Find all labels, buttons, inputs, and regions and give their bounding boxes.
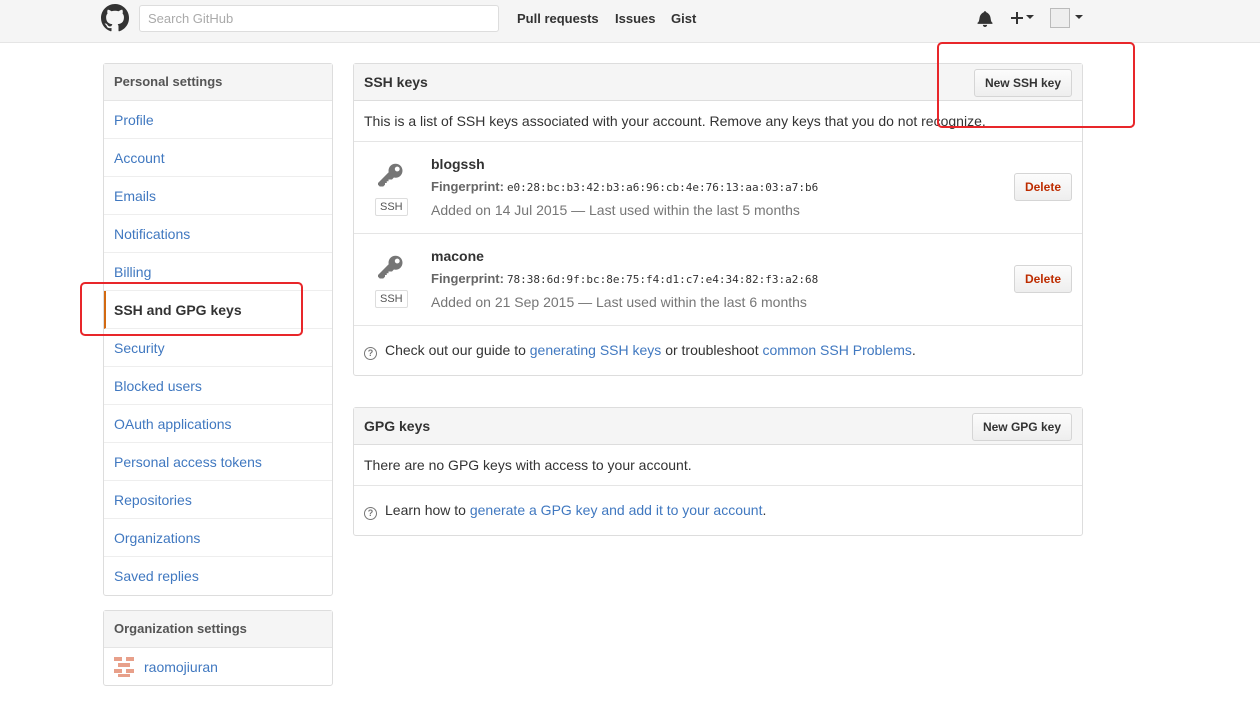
gpg-help-prefix: Learn how to: [385, 502, 466, 518]
gpg-keys-title: GPG keys: [364, 418, 431, 434]
organization-settings-heading: Organization settings: [104, 611, 332, 648]
org-avatar: [114, 656, 134, 677]
sidebar-item-profile[interactable]: Profile: [104, 101, 332, 139]
sidebar-item-emails[interactable]: Emails: [104, 177, 332, 215]
key-title: macone: [431, 248, 484, 264]
site-header: Pull requests Issues Gist: [0, 0, 1260, 43]
fingerprint-value: 78:38:6d:9f:bc:8e:75:f4:d1:c7:e4:34:82:f…: [506, 273, 819, 286]
key-icon: [378, 163, 403, 187]
user-avatar[interactable]: [1050, 8, 1070, 28]
gpg-keys-header: GPG keys New GPG key: [354, 408, 1082, 445]
sidebar-item-repositories[interactable]: Repositories: [104, 481, 332, 519]
annotation-highlight-sidebar: [80, 282, 303, 336]
sidebar-item-notifications[interactable]: Notifications: [104, 215, 332, 253]
fingerprint-label: Fingerprint:: [431, 179, 504, 194]
ssh-help-middle: or troubleshoot: [665, 342, 759, 358]
gpg-keys-box: GPG keys New GPG key There are no GPG ke…: [353, 407, 1083, 536]
org-item[interactable]: raomojiuran: [104, 648, 332, 685]
gpg-empty-text: There are no GPG keys with access to you…: [354, 445, 1082, 486]
delete-key-button[interactable]: Delete: [1013, 265, 1072, 293]
github-logo-icon[interactable]: [101, 4, 129, 32]
sidebar-item-oauth-applications[interactable]: OAuth applications: [104, 405, 332, 443]
ssh-help-note: ? Check out our guide to generating SSH k…: [354, 326, 1082, 375]
ssh-badge: SSH: [375, 290, 408, 308]
ssh-key-item: SSH blogssh Fingerprint: e0:28:bc:b3:42:b…: [354, 142, 1082, 234]
plus-icon[interactable]: [1010, 10, 1024, 26]
delete-key-button[interactable]: Delete: [1013, 173, 1072, 201]
ssh-badge: SSH: [375, 198, 408, 216]
fingerprint-label: Fingerprint:: [431, 271, 504, 286]
sidebar-item-saved-replies[interactable]: Saved replies: [104, 557, 332, 595]
avatar-dropdown-caret-icon[interactable]: [1075, 15, 1083, 19]
org-name: raomojiuran: [144, 658, 218, 675]
sidebar-item-organizations[interactable]: Organizations: [104, 519, 332, 557]
question-circle-icon: ?: [364, 507, 377, 520]
key-title: blogssh: [431, 156, 485, 172]
nav-issues[interactable]: Issues: [615, 11, 655, 26]
key-added-info: Added on 21 Sep 2015 — Last used within …: [431, 294, 807, 310]
plus-dropdown-caret-icon[interactable]: [1026, 15, 1034, 19]
sidebar-item-account[interactable]: Account: [104, 139, 332, 177]
search-input[interactable]: [139, 5, 499, 32]
sidebar-item-blocked-users[interactable]: Blocked users: [104, 367, 332, 405]
nav-pull-requests[interactable]: Pull requests: [517, 11, 599, 26]
generate-gpg-key-link[interactable]: generate a GPG key and add it to your ac…: [470, 502, 763, 518]
generating-ssh-keys-link[interactable]: generating SSH keys: [530, 342, 662, 358]
new-gpg-key-button[interactable]: New GPG key: [971, 413, 1072, 441]
organization-settings-menu: Organization settings raomojiuran: [103, 610, 333, 686]
key-fingerprint: Fingerprint: 78:38:6d:9f:bc:8e:75:f4:d1:c…: [431, 271, 818, 286]
bell-icon[interactable]: [977, 10, 993, 27]
ssh-key-item: SSH macone Fingerprint: 78:38:6d:9f:bc:8e…: [354, 234, 1082, 326]
nav-gist[interactable]: Gist: [671, 11, 696, 26]
personal-settings-heading: Personal settings: [104, 64, 332, 101]
common-ssh-problems-link[interactable]: common SSH Problems: [762, 342, 911, 358]
key-added-info: Added on 14 Jul 2015 — Last used within …: [431, 202, 800, 218]
fingerprint-value: e0:28:bc:b3:42:b3:a6:96:cb:4e:76:13:aa:0…: [506, 181, 819, 194]
gpg-help-suffix: .: [762, 502, 767, 518]
ssh-keys-title: SSH keys: [364, 74, 428, 90]
key-icon: [378, 255, 403, 279]
sidebar-item-personal-access-tokens[interactable]: Personal access tokens: [104, 443, 332, 481]
ssh-help-prefix: Check out our guide to: [385, 342, 526, 358]
question-circle-icon: ?: [364, 347, 377, 360]
gpg-help-note: ? Learn how to generate a GPG key and add…: [354, 486, 1082, 535]
ssh-help-suffix: .: [911, 342, 916, 358]
annotation-highlight-new-ssh-key: [937, 42, 1135, 128]
key-fingerprint: Fingerprint: e0:28:bc:b3:42:b3:a6:96:cb:4…: [431, 179, 818, 194]
